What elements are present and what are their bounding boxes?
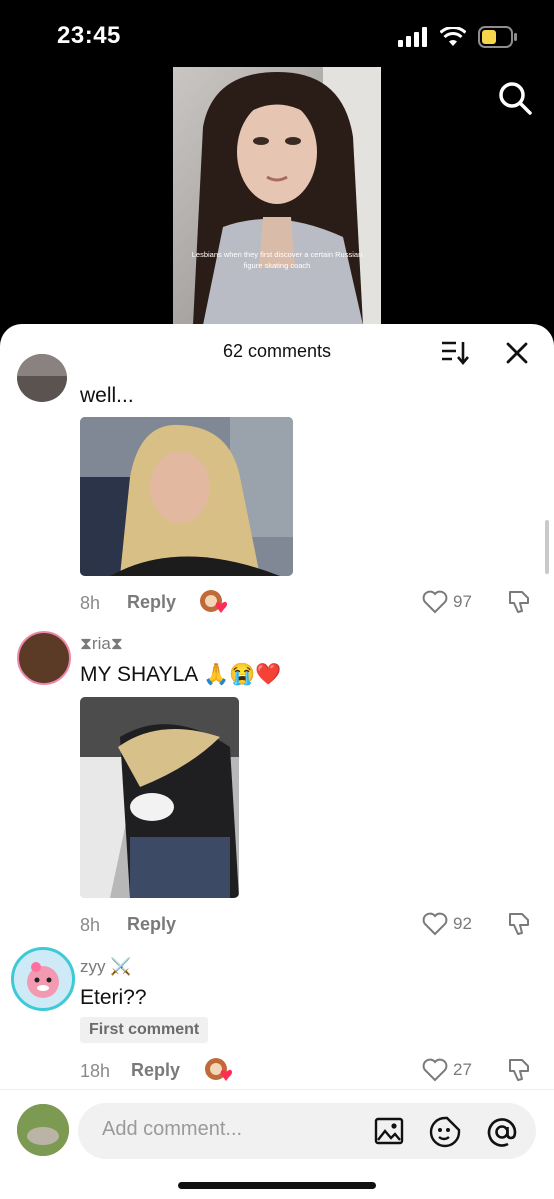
- comment-input-field[interactable]: [100, 1117, 354, 1142]
- comment-text: MY SHAYLA 🙏😭❤️: [80, 663, 282, 686]
- avatar[interactable]: [11, 947, 75, 1011]
- sticker-icon[interactable]: [429, 1116, 461, 1148]
- home-indicator: [178, 1182, 376, 1189]
- reply-button[interactable]: Reply: [127, 914, 176, 935]
- avatar[interactable]: [17, 631, 71, 685]
- my-avatar[interactable]: [17, 1104, 69, 1156]
- dislike-icon[interactable]: [506, 1057, 532, 1083]
- reply-button[interactable]: Reply: [131, 1060, 180, 1081]
- heart-icon[interactable]: [422, 1058, 448, 1082]
- comment-photo: [80, 697, 239, 898]
- avatar-character-icon: [27, 962, 59, 998]
- reply-button[interactable]: Reply: [127, 592, 176, 613]
- comment-username[interactable]: ⧗ria⧗: [80, 634, 123, 654]
- avatar[interactable]: [17, 354, 67, 402]
- video-frame-image: [173, 67, 381, 325]
- scrollbar[interactable]: [545, 520, 549, 574]
- video-caption: Lesbians when they first discover a cert…: [191, 250, 363, 270]
- dislike-icon[interactable]: [506, 589, 532, 615]
- comment-text: Eteri??: [80, 986, 147, 1009]
- wifi-icon: [440, 27, 466, 46]
- comment-input[interactable]: [78, 1103, 536, 1159]
- status-bar: 23:45: [0, 0, 554, 70]
- comment-input-bar: [0, 1089, 554, 1199]
- heart-icon[interactable]: [422, 912, 448, 936]
- creator-liked-badge-icon: [200, 590, 228, 613]
- comments-sheet: 62 comments well... 8h Reply 97 ⧗ria⧗ MY…: [0, 324, 554, 1199]
- mention-icon[interactable]: [486, 1116, 518, 1148]
- comments-count: 62 comments: [222, 341, 332, 361]
- comment-text: well...: [80, 384, 134, 407]
- like-count: 92: [453, 914, 472, 933]
- comment-time: 18h: [80, 1061, 111, 1081]
- like-count: 27: [453, 1060, 472, 1079]
- image-icon[interactable]: [374, 1117, 404, 1145]
- search-icon[interactable]: [497, 80, 533, 116]
- dislike-icon[interactable]: [506, 911, 532, 937]
- like-count: 97: [453, 592, 472, 611]
- battery-icon: [478, 26, 517, 48]
- comment-time: 8h: [80, 915, 101, 935]
- close-icon[interactable]: [504, 340, 530, 366]
- my-avatar-photo: [17, 1104, 69, 1156]
- comment-image[interactable]: [80, 697, 239, 898]
- heart-icon[interactable]: [422, 590, 448, 614]
- status-time: 23:45: [57, 22, 121, 49]
- signal-icon: [398, 27, 427, 47]
- comment-photo: [80, 417, 293, 576]
- comment-image[interactable]: [80, 417, 293, 576]
- comment-username[interactable]: zyy ⚔️: [80, 957, 131, 977]
- comments-header: 62 comments: [0, 324, 554, 380]
- status-icons: [398, 26, 518, 48]
- comment-time: 8h: [80, 593, 101, 613]
- creator-liked-badge-icon: [205, 1058, 233, 1081]
- sort-icon[interactable]: [440, 340, 470, 366]
- first-comment-badge: First comment: [80, 1017, 209, 1043]
- video-thumbnail[interactable]: Lesbians when they first discover a cert…: [173, 67, 381, 325]
